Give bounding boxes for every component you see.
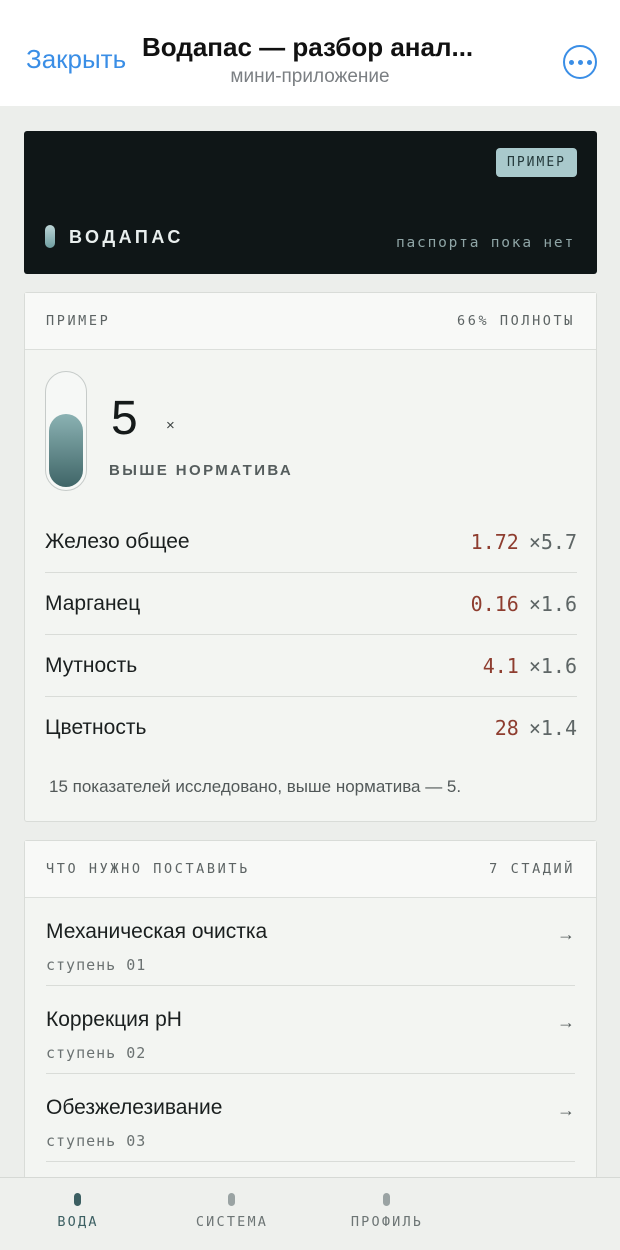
tab-indicator-icon bbox=[228, 1193, 235, 1206]
stage-title: Коррекция pH bbox=[46, 1008, 182, 1031]
analysis-footnote: 15 показателей исследовано, выше нормати… bbox=[49, 777, 462, 796]
tab-water[interactable]: ВОДА bbox=[8, 1178, 148, 1250]
analysis-header-label: ПРИМЕР bbox=[46, 313, 111, 329]
ellipsis-circle-icon[interactable] bbox=[563, 45, 597, 79]
indicator-multiplier: ×1.6 bbox=[528, 653, 577, 678]
tab-label: ПРОФИЛЬ bbox=[350, 1214, 424, 1230]
analysis-card: ПРИМЕР 66% ПОЛНОТЫ 5 × ВЫШЕ НОРМАТИВА Же… bbox=[24, 292, 597, 822]
app-title: Водапас — разбор анал... bbox=[142, 32, 474, 62]
completeness-gauge-fill bbox=[49, 414, 83, 487]
arrow-right-icon: → bbox=[557, 1100, 575, 1120]
completeness-label: 66% ПОЛНОТЫ bbox=[456, 313, 575, 329]
exceed-count: 5 bbox=[111, 392, 138, 445]
stage-item[interactable]: Коррекция pH ступень 02 → bbox=[46, 986, 575, 1074]
bottom-tab-bar: ВОДА СИСТЕМА ПРОФИЛЬ bbox=[0, 1177, 620, 1250]
arrow-right-icon: → bbox=[557, 924, 575, 944]
stage-step: ступень 02 bbox=[46, 1044, 147, 1062]
arrow-right-icon: → bbox=[557, 1012, 575, 1032]
exceed-label: ВЫШЕ НОРМАТИВА bbox=[109, 462, 294, 479]
stage-list: Механическая очистка ступень 01 → Коррек… bbox=[25, 898, 596, 1162]
water-drop-icon bbox=[45, 225, 55, 248]
stage-title: Обезжелезивание bbox=[46, 1096, 223, 1119]
indicator-name: Железо общее bbox=[45, 529, 190, 553]
tab-label: ВОДА bbox=[57, 1214, 99, 1230]
tab-label: СИСТЕМА bbox=[195, 1214, 269, 1230]
exceed-summary: 5 × ВЫШЕ НОРМАТИВА bbox=[45, 371, 577, 491]
indicator-row[interactable]: Цветность 28 ×1.4 bbox=[45, 697, 577, 759]
exceed-count-unit: × bbox=[166, 417, 175, 434]
app-subtitle: мини-приложение bbox=[230, 66, 390, 87]
tab-indicator-icon bbox=[74, 1193, 81, 1206]
indicator-name: Марганец bbox=[45, 591, 141, 615]
example-badge: ПРИМЕР bbox=[496, 148, 577, 177]
stage-step: ступень 01 bbox=[46, 956, 147, 974]
stage-item[interactable]: Обезжелезивание ступень 03 → bbox=[46, 1074, 575, 1162]
stages-header-label: ЧТО НУЖНО ПОСТАВИТЬ bbox=[46, 861, 250, 877]
indicator-name: Цветность bbox=[45, 716, 147, 739]
tab-profile[interactable]: ПРОФИЛЬ bbox=[317, 1178, 457, 1250]
indicator-row[interactable]: Марганец 0.16 ×1.6 bbox=[45, 573, 577, 635]
indicator-row[interactable]: Мутность 4.1 ×1.6 bbox=[45, 635, 577, 697]
close-button[interactable]: Закрыть bbox=[26, 44, 126, 75]
indicator-name: Мутность bbox=[45, 653, 138, 677]
hero-card: ПРИМЕР ВОДАПАС паспорта пока нет bbox=[24, 131, 597, 274]
indicator-multiplier: ×5.7 bbox=[528, 529, 577, 554]
stages-card-header: ЧТО НУЖНО ПОСТАВИТЬ 7 СТАДИЙ bbox=[25, 841, 596, 898]
indicator-multiplier: ×1.6 bbox=[528, 591, 577, 616]
indicator-list: Железо общее 1.72 ×5.7 Марганец 0.16 ×1.6 … bbox=[45, 511, 577, 759]
indicator-value: 0.16 bbox=[470, 591, 519, 616]
passport-status: паспорта пока нет bbox=[395, 235, 575, 251]
analysis-card-header: ПРИМЕР 66% ПОЛНОТЫ bbox=[25, 293, 596, 350]
completeness-gauge bbox=[45, 371, 87, 491]
indicator-value: 1.72 bbox=[470, 529, 519, 554]
top-navigation-bar: Закрыть Водапас — разбор анал... мини-пр… bbox=[0, 0, 620, 106]
stages-count-label: 7 СТАДИЙ bbox=[489, 861, 575, 877]
indicator-value: 4.1 bbox=[482, 653, 519, 678]
tab-indicator-icon bbox=[383, 1193, 390, 1206]
indicator-multiplier: ×1.4 bbox=[528, 716, 577, 740]
stage-step: ступень 03 bbox=[46, 1132, 147, 1150]
indicator-row[interactable]: Железо общее 1.72 ×5.7 bbox=[45, 511, 577, 573]
brand-name: ВОДАПАС bbox=[69, 227, 184, 247]
tab-system[interactable]: СИСТЕМА bbox=[162, 1178, 302, 1250]
indicator-value: 28 bbox=[494, 716, 519, 740]
stage-item[interactable]: Механическая очистка ступень 01 → bbox=[46, 898, 575, 986]
stages-card: ЧТО НУЖНО ПОСТАВИТЬ 7 СТАДИЙ Механическа… bbox=[24, 840, 597, 1200]
stage-title: Механическая очистка bbox=[46, 920, 268, 943]
